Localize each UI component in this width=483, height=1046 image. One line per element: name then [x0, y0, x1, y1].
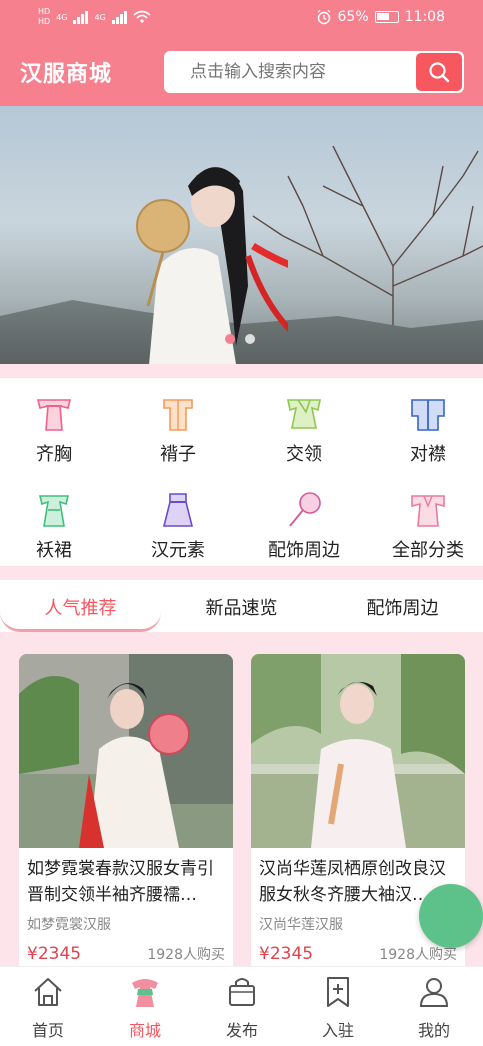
product-meta: ¥2345 1928人购买 — [27, 944, 225, 964]
tab-active-indicator — [0, 610, 161, 632]
bottom-navigation: 首页 商城 发布 入驻 我的 — [0, 966, 483, 1046]
alarm-icon — [317, 9, 330, 25]
category-label: 袄裙 — [36, 540, 72, 561]
signal-bars-icon — [73, 10, 89, 24]
product-price: ¥2345 — [259, 944, 314, 964]
category-item-qixiong[interactable]: 齐胸 — [0, 394, 114, 466]
nav-label: 首页 — [31, 1021, 64, 1040]
carousel-dot[interactable] — [245, 334, 255, 344]
signal-bars-icon-2 — [111, 10, 127, 24]
banner-carousel[interactable] — [0, 106, 483, 364]
nav-item-profile[interactable]: 我的 — [386, 975, 482, 1041]
tab-new-arrivals[interactable]: 新品速览 — [161, 594, 322, 620]
category-item-accessories[interactable]: 配饰周边 — [244, 490, 364, 562]
product-card[interactable]: 如梦霓裳春款汉服女青引晋制交领半袖齐腰襦… 如梦霓裳汉服 ¥2345 1928人… — [19, 654, 233, 974]
category-item-beizi[interactable]: 褙子 — [118, 394, 238, 466]
category-label: 褙子 — [160, 444, 196, 465]
nav-item-settle-in[interactable]: 入驻 — [290, 975, 386, 1041]
product-image — [19, 654, 233, 848]
nav-item-mall[interactable]: 商城 — [97, 975, 193, 1041]
tab-accessories[interactable]: 配饰周边 — [322, 594, 483, 620]
all-category-garment-icon — [411, 495, 445, 527]
category-label: 对襟 — [410, 444, 446, 465]
section-divider — [0, 364, 483, 378]
mall-hanfu-icon — [132, 979, 158, 1007]
fan-accessory-icon — [289, 492, 321, 527]
search-bar[interactable] — [164, 51, 464, 93]
category-item-duijin[interactable]: 对襟 — [368, 394, 483, 466]
product-meta: ¥2345 1928人购买 — [259, 944, 457, 964]
home-icon — [34, 978, 62, 1006]
product-tabs: 人气推荐 新品速览 配饰周边 — [0, 580, 483, 632]
product-image — [251, 654, 465, 848]
banner-hanfu-figure-illustration — [136, 167, 288, 364]
bag-icon — [229, 978, 255, 1006]
category-label: 全部分类 — [392, 540, 464, 561]
category-item-all[interactable]: 全部分类 — [368, 490, 483, 562]
category-label: 汉元素 — [151, 540, 205, 561]
wifi-icon — [133, 10, 151, 23]
app-header: 汉服商城 — [0, 36, 483, 106]
product-photo-illustration — [19, 654, 233, 848]
category-label: 配饰周边 — [268, 540, 340, 561]
duijin-garment-icon — [411, 399, 445, 431]
product-shop: 如梦霓裳汉服 — [27, 917, 111, 933]
carousel-dots — [225, 334, 255, 344]
aoqun-garment-icon — [38, 495, 70, 527]
status-right: 65% 11:08 — [316, 9, 445, 25]
nav-label: 入驻 — [321, 1021, 354, 1040]
app-title: 汉服商城 — [20, 62, 113, 87]
jiaoling-garment-icon — [287, 399, 321, 429]
nav-label: 我的 — [417, 1021, 450, 1040]
nav-item-home[interactable]: 首页 — [0, 975, 96, 1041]
product-photo-illustration — [251, 654, 465, 848]
battery-percent: 65% — [337, 9, 369, 25]
user-icon — [419, 978, 449, 1007]
status-left: HD HD 4G 4G — [38, 8, 151, 26]
product-sales: 1928人购买 — [147, 947, 225, 963]
battery-icon — [374, 11, 399, 23]
nav-label: 商城 — [128, 1021, 161, 1040]
network-label-1: 4G — [56, 12, 68, 22]
hd-label-2: HD — [38, 17, 51, 26]
hanyuansu-garment-icon — [162, 493, 194, 527]
clock: 11:08 — [404, 9, 445, 25]
category-grid: 齐胸 褙子 交领 对襟 袄裙 汉元素 配饰周边 全部分类 — [0, 378, 483, 566]
category-item-jiaoling[interactable]: 交领 — [244, 394, 364, 466]
search-icon — [429, 62, 450, 83]
category-label: 齐胸 — [36, 444, 72, 465]
qixiong-garment-icon — [36, 399, 72, 431]
network-label-2: 4G — [94, 12, 106, 22]
search-button[interactable] — [416, 53, 462, 91]
category-item-aoqun[interactable]: 袄裙 — [0, 490, 114, 562]
product-title: 如梦霓裳春款汉服女青引晋制交领半袖齐腰襦… — [27, 859, 214, 905]
product-price: ¥2345 — [27, 944, 82, 964]
nav-item-publish[interactable]: 发布 — [194, 975, 290, 1041]
carousel-dot[interactable] — [225, 334, 235, 344]
floating-action-button[interactable] — [419, 884, 483, 948]
hd-indicator: HD HD — [38, 8, 50, 26]
category-item-hanyuansu[interactable]: 汉元素 — [118, 490, 238, 562]
beizi-garment-icon — [163, 399, 193, 431]
category-label: 交领 — [286, 444, 322, 465]
nav-label: 发布 — [225, 1021, 258, 1040]
search-input[interactable] — [190, 62, 410, 82]
product-list: 如梦霓裳春款汉服女青引晋制交领半袖齐腰襦… 如梦霓裳汉服 ¥2345 1928人… — [0, 632, 483, 974]
section-divider — [0, 566, 483, 580]
hd-label-1: HD — [38, 7, 51, 16]
status-bar: HD HD 4G 4G 65% 11:08 — [0, 0, 483, 36]
bookmark-plus-icon — [327, 977, 349, 1007]
